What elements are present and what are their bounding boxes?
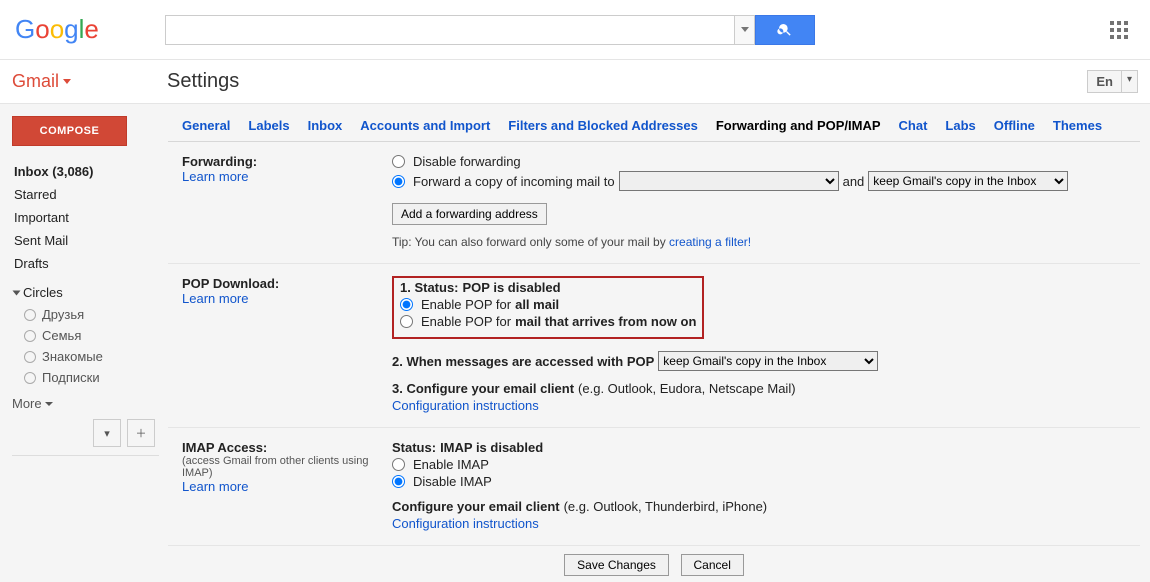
- save-changes-button[interactable]: Save Changes: [564, 554, 669, 576]
- forward-action-select[interactable]: keep Gmail's copy in the Inbox: [868, 171, 1068, 191]
- gmail-dropdown[interactable]: Gmail: [12, 71, 167, 92]
- radio-imap-enable[interactable]: [392, 458, 405, 471]
- language-button[interactable]: En: [1087, 70, 1122, 93]
- tab-inbox[interactable]: Inbox: [308, 118, 343, 139]
- cancel-button[interactable]: Cancel: [681, 554, 744, 576]
- pop-learn-more[interactable]: Learn more: [182, 291, 392, 306]
- pop-when-label: 2. When messages are accessed with POP: [392, 354, 654, 369]
- label-and: and: [843, 174, 865, 189]
- tab-labels[interactable]: Labels: [248, 118, 289, 139]
- radio-pop-all[interactable]: [400, 298, 413, 311]
- imap-configure-label: Configure your email client: [392, 499, 560, 514]
- search-icon: [777, 22, 793, 38]
- label-forward-copy: Forward a copy of incoming mail to: [413, 174, 615, 189]
- sidebar-divider: [12, 455, 159, 456]
- tab-offline[interactable]: Offline: [994, 118, 1035, 139]
- label-pop-all-pre: Enable POP for: [421, 297, 511, 312]
- label-pop-all-bold: all mail: [515, 297, 559, 312]
- sidebar-starred[interactable]: Starred: [12, 183, 159, 206]
- sidebar-more[interactable]: More: [12, 388, 159, 411]
- pop-action-select[interactable]: keep Gmail's copy in the Inbox: [658, 351, 878, 371]
- tab-labs[interactable]: Labs: [945, 118, 975, 139]
- language-dropdown[interactable]: ▾: [1122, 70, 1138, 93]
- add-forwarding-address-button[interactable]: Add a forwarding address: [392, 203, 547, 225]
- sidebar-important[interactable]: Important: [12, 206, 159, 229]
- imap-note: (access Gmail from other clients using I…: [182, 455, 392, 479]
- sidebar-inbox[interactable]: Inbox (3,086): [12, 160, 159, 183]
- imap-status-label: Status:: [392, 440, 436, 455]
- label-imap-disable: Disable IMAP: [413, 474, 492, 489]
- page-title: Settings: [167, 70, 1087, 93]
- sidebar-circles[interactable]: Circles: [12, 281, 159, 304]
- imap-learn-more[interactable]: Learn more: [182, 479, 392, 494]
- imap-config-instructions-link[interactable]: Configuration instructions: [392, 516, 1126, 531]
- tab-general[interactable]: General: [182, 118, 230, 139]
- imap-configure-eg: (e.g. Outlook, Thunderbird, iPhone): [564, 499, 768, 514]
- label-pop-now-pre: Enable POP for: [421, 314, 511, 329]
- search-input[interactable]: [165, 15, 735, 45]
- forwarding-tip: Tip: You can also forward only some of y…: [392, 235, 669, 249]
- pop-configure-eg: (e.g. Outlook, Eudora, Netscape Mail): [578, 381, 796, 396]
- forwarding-title: Forwarding:: [182, 154, 392, 169]
- label-imap-enable: Enable IMAP: [413, 457, 489, 472]
- forward-address-select[interactable]: [619, 171, 839, 191]
- tab-filters[interactable]: Filters and Blocked Addresses: [508, 118, 698, 139]
- pop-status-value: POP is disabled: [463, 280, 561, 295]
- pop-configure-label: 3. Configure your email client: [392, 381, 574, 396]
- google-logo[interactable]: Google: [10, 14, 165, 45]
- label-pop-now-bold: mail that arrives from now on: [515, 314, 696, 329]
- sidebar-drafts[interactable]: Drafts: [12, 252, 159, 275]
- imap-title: IMAP Access:: [182, 440, 392, 455]
- tab-chat[interactable]: Chat: [899, 118, 928, 139]
- pop-config-instructions-link[interactable]: Configuration instructions: [392, 398, 1126, 413]
- pop-highlight-box: 1. Status: POP is disabled Enable POP fo…: [392, 276, 704, 339]
- sidebar-circle-item[interactable]: Семья: [12, 325, 159, 346]
- radio-imap-disable[interactable]: [392, 475, 405, 488]
- label-disable-forwarding: Disable forwarding: [413, 154, 521, 169]
- radio-forward-copy[interactable]: [392, 175, 405, 188]
- forwarding-learn-more[interactable]: Learn more: [182, 169, 392, 184]
- create-filter-link[interactable]: creating a filter!: [669, 235, 751, 249]
- apps-icon[interactable]: [1110, 21, 1128, 39]
- search-button[interactable]: [755, 15, 815, 45]
- sidebar-circle-item[interactable]: Друзья: [12, 304, 159, 325]
- tab-themes[interactable]: Themes: [1053, 118, 1102, 139]
- pop-status-label: 1. Status:: [400, 280, 459, 295]
- imap-status-value: IMAP is disabled: [440, 440, 543, 455]
- search-options-dropdown[interactable]: [735, 15, 755, 45]
- sidebar-circle-item[interactable]: Подписки: [12, 367, 159, 388]
- radio-pop-now[interactable]: [400, 315, 413, 328]
- radio-disable-forwarding[interactable]: [392, 155, 405, 168]
- tab-forwarding[interactable]: Forwarding and POP/IMAP: [716, 118, 881, 139]
- sidebar-status-button[interactable]: ▾: [93, 419, 121, 447]
- compose-button[interactable]: COMPOSE: [12, 116, 127, 146]
- sidebar-circle-item[interactable]: Знакомые: [12, 346, 159, 367]
- pop-title: POP Download:: [182, 276, 392, 291]
- sidebar-add-button[interactable]: ＋: [127, 419, 155, 447]
- sidebar-sent[interactable]: Sent Mail: [12, 229, 159, 252]
- tab-accounts[interactable]: Accounts and Import: [360, 118, 490, 139]
